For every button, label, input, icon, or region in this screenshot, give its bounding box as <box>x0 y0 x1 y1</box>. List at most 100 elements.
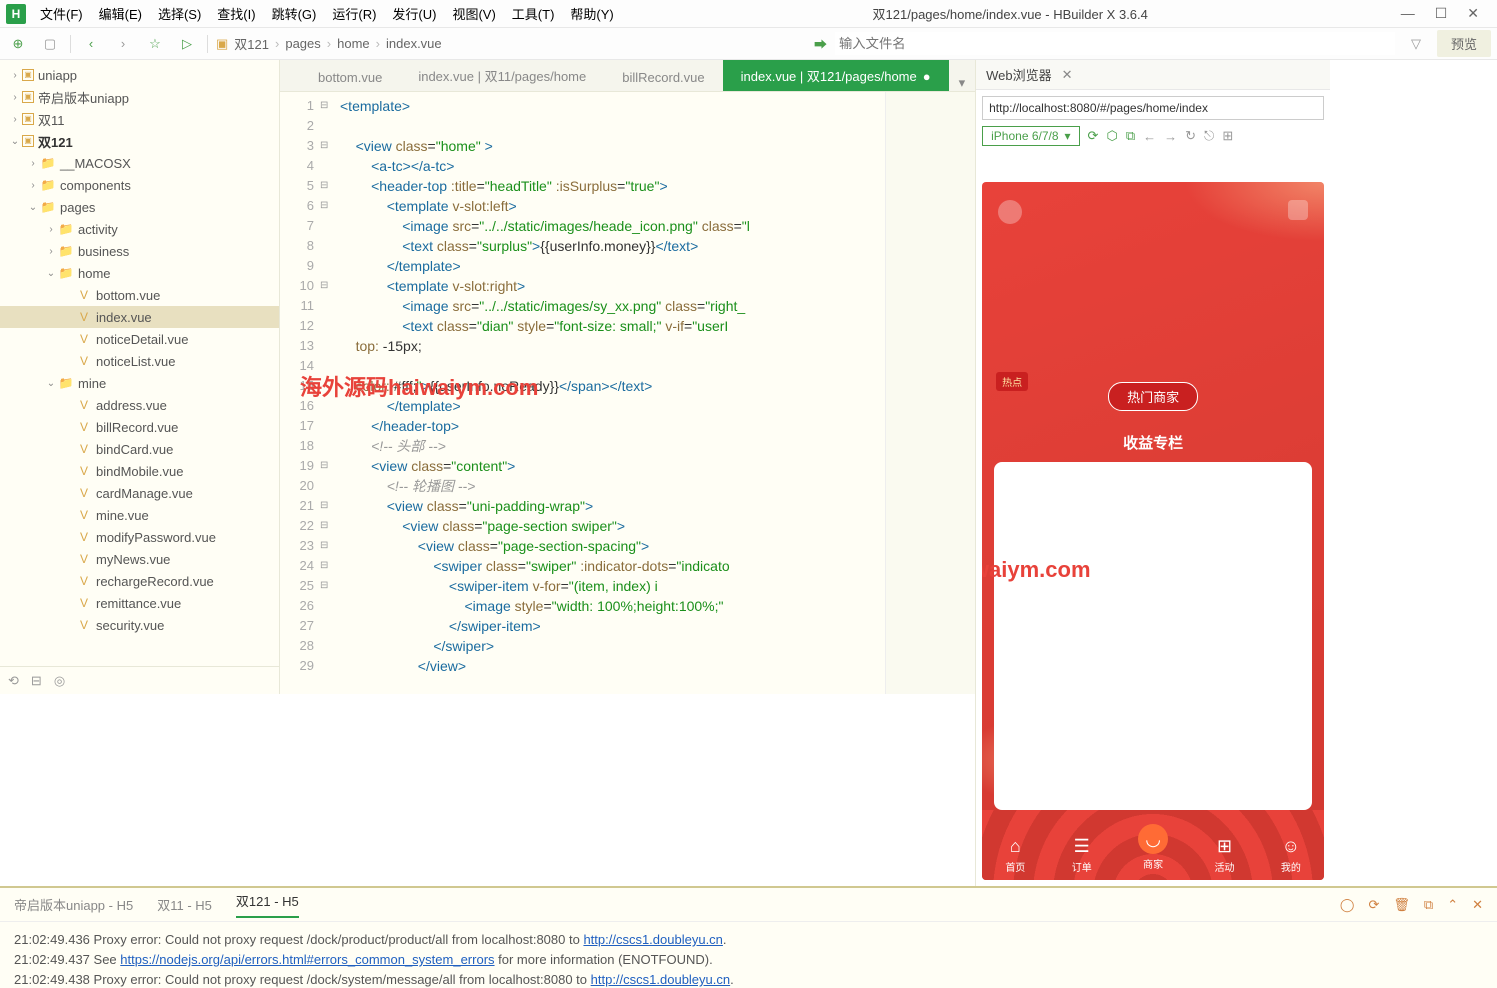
menu-item[interactable]: 跳转(G) <box>266 2 323 25</box>
maximize-icon[interactable]: ☐ <box>1435 5 1448 22</box>
code-editor[interactable]: 1234567891011121314151617181920212223242… <box>280 92 975 694</box>
tree-node[interactable]: ›📁components <box>0 174 279 196</box>
prev-fwd-icon[interactable]: → <box>1164 129 1177 144</box>
filter-icon[interactable]: ▽ <box>1411 36 1421 52</box>
menu-item[interactable]: 运行(R) <box>326 2 382 25</box>
forward-icon[interactable]: › <box>111 32 135 56</box>
tree-node[interactable]: ⌄📁mine <box>0 372 279 394</box>
refresh-icon[interactable]: ⟳ <box>1088 128 1099 144</box>
menu-item[interactable]: 查找(I) <box>211 2 261 25</box>
tree-node[interactable]: Vaddress.vue <box>0 394 279 416</box>
console-output[interactable]: 21:02:49.436 Proxy error: Could not prox… <box>0 922 1497 988</box>
tree-node[interactable]: VnoticeDetail.vue <box>0 328 279 350</box>
console-tabs: 帝启版本uniapp - H5 双11 - H5 双121 - H5 ◯ ⟳ 🗑… <box>0 888 1497 922</box>
tree-node[interactable]: VnoticeList.vue <box>0 350 279 372</box>
qr-icon[interactable]: ⊞ <box>1222 128 1233 144</box>
minimize-icon[interactable]: — <box>1401 5 1415 22</box>
menu-item[interactable]: 帮助(Y) <box>564 2 619 25</box>
tree-node[interactable]: ⌄▣双121 <box>0 130 279 152</box>
save-icon[interactable]: ▢ <box>38 32 62 56</box>
preview-tab-label[interactable]: Web浏览器 <box>986 65 1052 84</box>
console-tab[interactable]: 帝启版本uniapp - H5 <box>14 895 133 914</box>
hot-merchants-button[interactable]: 热门商家 <box>1108 382 1198 411</box>
crumb[interactable]: 双121 <box>234 34 269 53</box>
trash-icon[interactable]: 🗑 <box>1393 897 1410 913</box>
lock-icon[interactable]: ⎋ <box>1204 128 1214 144</box>
editor-tab[interactable]: index.vue | 双121/pages/home● <box>723 60 949 91</box>
tree-node[interactable]: VmodifyPassword.vue <box>0 526 279 548</box>
devtools-icon[interactable]: ⬡ <box>1106 128 1117 144</box>
new-file-icon[interactable]: ⊕ <box>6 32 30 56</box>
avatar-icon[interactable] <box>998 200 1022 224</box>
tree-node[interactable]: VbindCard.vue <box>0 438 279 460</box>
preview-viewport[interactable]: 热点 热门商家 收益专栏 ⌂首页☰订单◡商家⊞活动☺我的 海外源码haiwaiy… <box>982 182 1324 880</box>
toolbar: ⊕ ▢ ‹ › ☆ ▷ ▣ 双121› pages› home› index.v… <box>0 28 1497 60</box>
menu-item[interactable]: 选择(S) <box>152 2 207 25</box>
reload-icon[interactable]: ↻ <box>1185 128 1196 144</box>
device-select[interactable]: iPhone 6/7/8▾ <box>982 126 1079 146</box>
menu-item[interactable]: 视图(V) <box>446 2 501 25</box>
preview-url[interactable]: http://localhost:8080/#/pages/home/index <box>982 96 1324 120</box>
close-icon[interactable]: ✕ <box>1467 5 1479 22</box>
tree-node[interactable]: Vbottom.vue <box>0 284 279 306</box>
crumb[interactable]: home <box>337 36 370 51</box>
collapse-icon[interactable]: ⊟ <box>31 673 42 689</box>
preview-button[interactable]: 预览 <box>1437 30 1491 57</box>
tree-node[interactable]: VbillRecord.vue <box>0 416 279 438</box>
editor-tab[interactable]: billRecord.vue <box>604 64 722 91</box>
nav-item[interactable]: ◡商家 <box>1138 836 1168 874</box>
editor-tab[interactable]: index.vue | 双11/pages/home <box>400 60 604 91</box>
tree-node[interactable]: VbindMobile.vue <box>0 460 279 482</box>
nav-item[interactable]: ⊞活动 <box>1214 836 1234 874</box>
menu-item[interactable]: 文件(F) <box>34 2 89 25</box>
tree-node[interactable]: ›📁activity <box>0 218 279 240</box>
close-preview-icon[interactable]: ✕ <box>1062 67 1073 83</box>
minimap[interactable] <box>885 92 975 694</box>
tree-node[interactable]: ›▣帝启版本uniapp <box>0 86 279 108</box>
open-icon[interactable]: ⧉ <box>1424 897 1433 913</box>
locate-icon[interactable]: ◎ <box>54 673 65 689</box>
crumb[interactable]: pages <box>285 36 320 51</box>
tree-node[interactable]: VcardManage.vue <box>0 482 279 504</box>
tree-node[interactable]: ›▣uniapp <box>0 64 279 86</box>
code-content[interactable]: <template> <view class="home" > <a-tc></… <box>334 92 885 694</box>
search-input[interactable] <box>835 32 1395 55</box>
star-icon[interactable]: ☆ <box>143 32 167 56</box>
console-tab[interactable]: 双121 - H5 <box>236 891 299 918</box>
run-icon[interactable]: ▷ <box>175 32 199 56</box>
back-icon[interactable]: ‹ <box>79 32 103 56</box>
tree-node[interactable]: ⌄📁home <box>0 262 279 284</box>
tree-node[interactable]: ›📁business <box>0 240 279 262</box>
search-go-icon[interactable]: ⮕ <box>814 34 827 53</box>
main-menu: 文件(F)编辑(E)选择(S)查找(I)跳转(G)运行(R)发行(U)视图(V)… <box>34 2 620 25</box>
tree-node[interactable]: VrechargeRecord.vue <box>0 570 279 592</box>
prev-back-icon[interactable]: ← <box>1143 129 1156 144</box>
crumb[interactable]: index.vue <box>386 36 442 51</box>
tree-node[interactable]: Vsecurity.vue <box>0 614 279 636</box>
nav-item[interactable]: ⌂首页 <box>1005 836 1025 874</box>
preview-pane: Web浏览器 ✕ http://localhost:8080/#/pages/h… <box>975 60 1330 886</box>
stop-icon[interactable]: ◯ <box>1340 897 1355 913</box>
menu-item[interactable]: 发行(U) <box>386 2 442 25</box>
editor-tab[interactable]: bottom.vue <box>300 64 400 91</box>
tree-node[interactable]: Vindex.vue <box>0 306 279 328</box>
menu-item[interactable]: 工具(T) <box>506 2 561 25</box>
sync-icon[interactable]: ⟲ <box>8 673 19 689</box>
tree-node[interactable]: ›▣双11 <box>0 108 279 130</box>
nav-item[interactable]: ☰订单 <box>1072 836 1092 874</box>
sidebar-bottom: ⟲ ⊟ ◎ <box>0 666 279 694</box>
restart-icon[interactable]: ⟳ <box>1368 897 1379 913</box>
tree-node[interactable]: Vmine.vue <box>0 504 279 526</box>
tree-node[interactable]: Vremittance.vue <box>0 592 279 614</box>
tree-node[interactable]: ›📁__MACOSX <box>0 152 279 174</box>
message-icon[interactable] <box>1288 200 1308 220</box>
tree-node[interactable]: VmyNews.vue <box>0 548 279 570</box>
nav-item[interactable]: ☺我的 <box>1281 836 1301 874</box>
more-tabs-icon[interactable]: ▾ <box>949 75 976 91</box>
external-icon[interactable]: ⧉ <box>1126 128 1135 144</box>
menu-item[interactable]: 编辑(E) <box>93 2 148 25</box>
close-console-icon[interactable]: ✕ <box>1472 897 1483 913</box>
console-tab[interactable]: 双11 - H5 <box>157 895 212 914</box>
collapse-up-icon[interactable]: ⌃ <box>1447 897 1458 913</box>
tree-node[interactable]: ⌄📁pages <box>0 196 279 218</box>
